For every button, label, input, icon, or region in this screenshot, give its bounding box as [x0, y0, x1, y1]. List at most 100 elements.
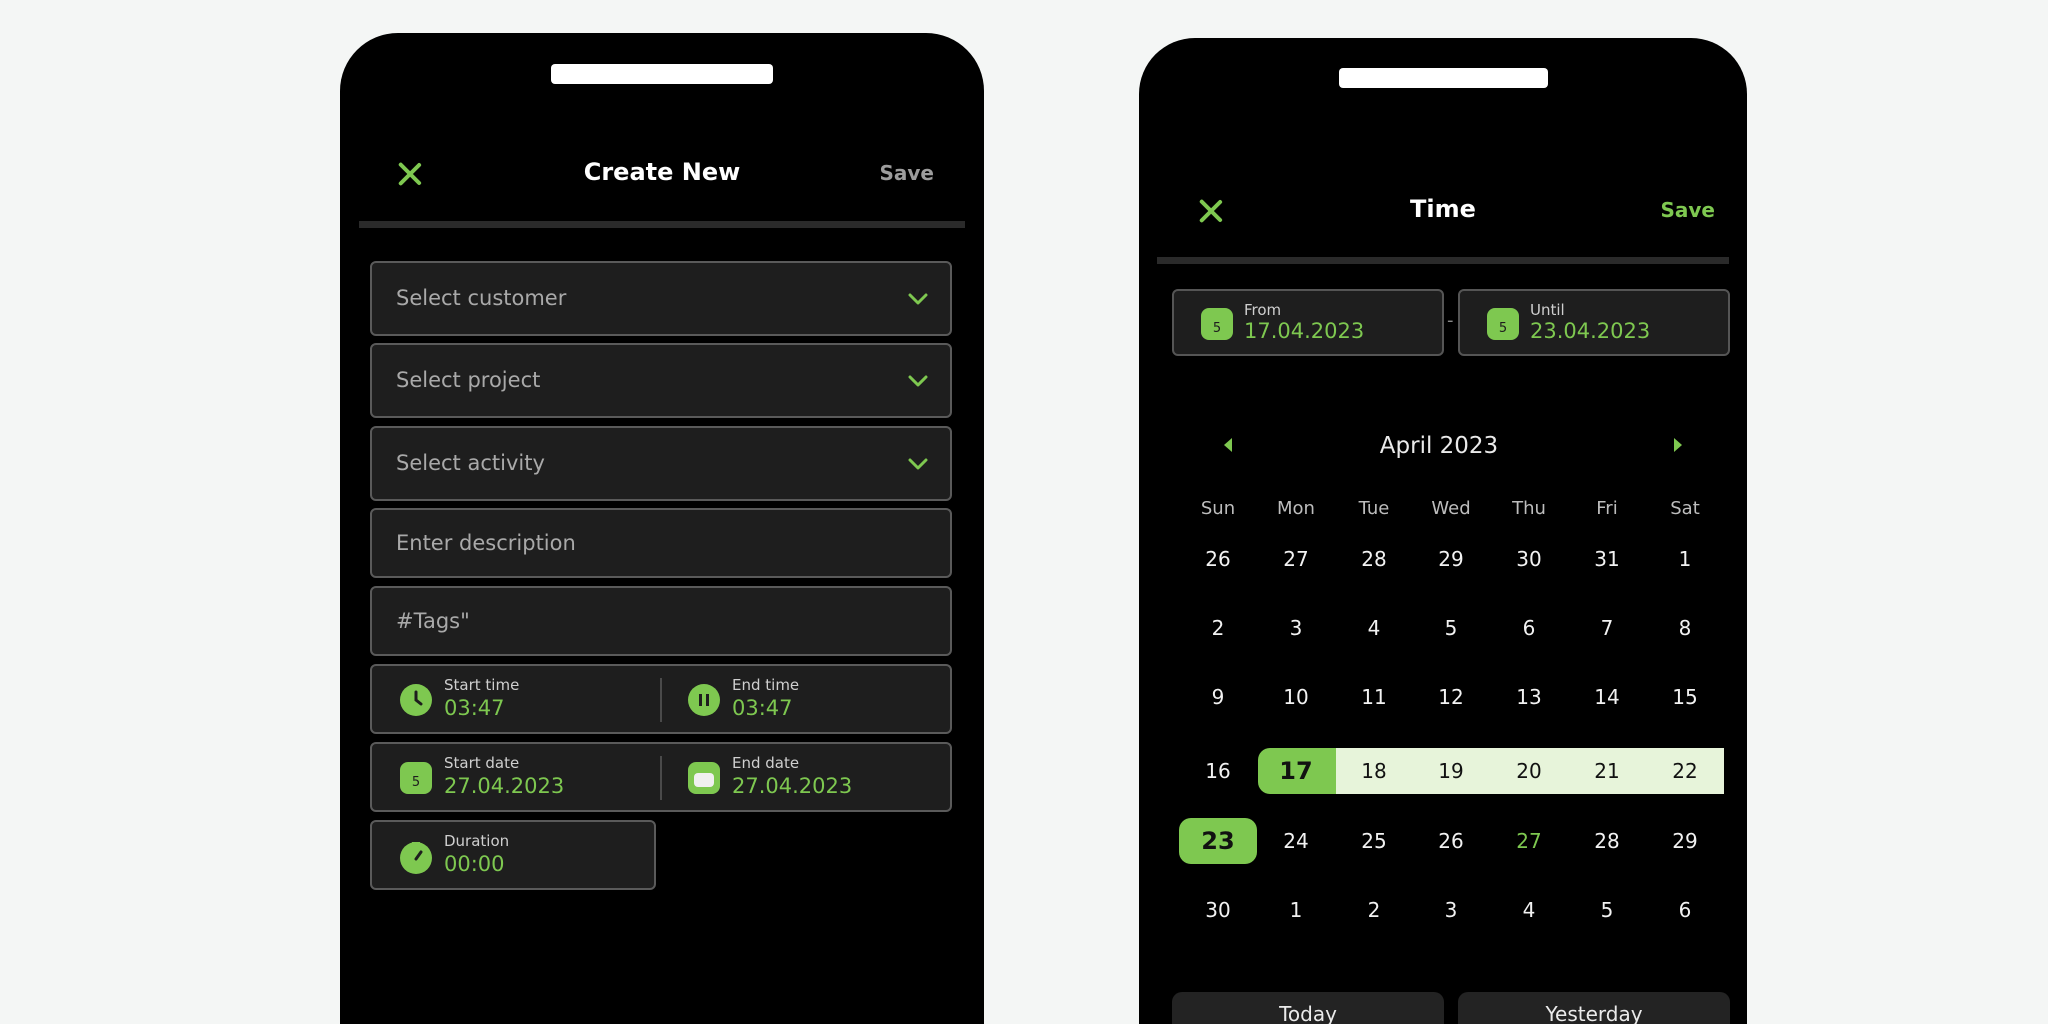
until-label: Until: [1530, 301, 1565, 319]
end-date-value[interactable]: 27.04.2023: [732, 774, 852, 798]
description-placeholder: Enter description: [396, 531, 576, 555]
customer-select[interactable]: Select customer: [370, 261, 952, 336]
tags-input[interactable]: #Tags": [370, 586, 952, 656]
calendar-day[interactable]: 28: [1335, 536, 1413, 582]
from-value: 17.04.2023: [1244, 319, 1365, 343]
calendar-day[interactable]: 3: [1412, 887, 1490, 933]
header-divider: [359, 221, 965, 228]
calendar-day[interactable]: 8: [1646, 605, 1724, 651]
yesterday-button[interactable]: Yesterday: [1458, 992, 1730, 1024]
calendar-day[interactable]: 6: [1490, 605, 1568, 651]
calendar-day[interactable]: 30: [1490, 536, 1568, 582]
calendar-day[interactable]: 5: [1568, 887, 1646, 933]
weekday-label: Thu: [1512, 498, 1546, 519]
duration-value: 00:00: [444, 852, 505, 876]
page-title: Time: [1410, 195, 1476, 223]
calendar-day[interactable]: 18: [1335, 748, 1413, 794]
calendar-day[interactable]: 23: [1179, 818, 1257, 864]
duration-field[interactable]: Duration 00:00: [370, 820, 656, 890]
calendar-badge: 5: [412, 775, 420, 790]
from-date-field[interactable]: 5 From 17.04.2023: [1172, 289, 1444, 356]
arrow-right-icon[interactable]: [1674, 438, 1682, 452]
calendar-day[interactable]: 2: [1179, 605, 1257, 651]
calendar-day[interactable]: 29: [1646, 818, 1724, 864]
save-button[interactable]: Save: [879, 161, 934, 185]
calendar-day[interactable]: 30: [1179, 887, 1257, 933]
start-date-value[interactable]: 27.04.2023: [444, 774, 564, 798]
month-label: April 2023: [1379, 433, 1499, 459]
stopwatch-icon: [400, 840, 432, 874]
activity-select[interactable]: Select activity: [370, 426, 952, 501]
calendar-day[interactable]: 19: [1412, 748, 1490, 794]
calendar-icon: 5: [1487, 308, 1519, 340]
calendar-day[interactable]: 29: [1412, 536, 1490, 582]
today-button[interactable]: Today: [1172, 992, 1444, 1024]
end-time-label: End time: [732, 676, 800, 694]
calendar-day[interactable]: 1: [1257, 887, 1335, 933]
end-date-label: End date: [732, 754, 800, 772]
range-separator: -: [1447, 310, 1454, 331]
chevron-down-icon: [908, 458, 928, 470]
date-row: 5 Start date 27.04.2023 End date 27.04.2…: [370, 742, 952, 812]
calendar-day[interactable]: 14: [1568, 674, 1646, 720]
calendar-day[interactable]: 20: [1490, 748, 1568, 794]
pause-icon: [688, 684, 720, 716]
calendar-icon: 5: [1201, 308, 1233, 340]
start-date-label: Start date: [444, 754, 520, 772]
calendar-day[interactable]: 16: [1179, 748, 1257, 794]
calendar-day[interactable]: 9: [1179, 674, 1257, 720]
calendar-day[interactable]: 5: [1412, 605, 1490, 651]
phone-notch: [551, 64, 773, 84]
calendar-day[interactable]: 26: [1412, 818, 1490, 864]
time-separator: [660, 678, 662, 722]
calendar-day[interactable]: 2: [1335, 887, 1413, 933]
duration-label: Duration: [444, 832, 510, 850]
header-divider: [1157, 257, 1729, 264]
project-placeholder: Select project: [396, 368, 541, 392]
calendar-day[interactable]: 7: [1568, 605, 1646, 651]
calendar-day[interactable]: 31: [1568, 536, 1646, 582]
weekday-label: Wed: [1431, 498, 1471, 519]
time-screen: Time Save 5 From 17.04.2023 - 5 Until 23…: [1139, 38, 1747, 1024]
calendar-day[interactable]: 26: [1179, 536, 1257, 582]
weekday-label: Tue: [1358, 498, 1390, 519]
date-separator: [660, 756, 662, 800]
end-time-value[interactable]: 03:47: [732, 696, 793, 720]
calendar-day[interactable]: 13: [1490, 674, 1568, 720]
calendar-badge: 5: [1499, 321, 1507, 336]
calendar-day[interactable]: 24: [1257, 818, 1335, 864]
calendar-day[interactable]: 11: [1335, 674, 1413, 720]
calendar-day[interactable]: 28: [1568, 818, 1646, 864]
calendar-day[interactable]: 6: [1646, 887, 1724, 933]
clock-icon: [400, 684, 432, 716]
description-input[interactable]: Enter description: [370, 508, 952, 578]
save-button[interactable]: Save: [1660, 198, 1715, 222]
create-new-screen: Create New Save Select customer Select p…: [340, 33, 984, 1024]
calendar-day[interactable]: 4: [1335, 605, 1413, 651]
chevron-down-icon: [908, 293, 928, 305]
calendar-badge: 5: [1213, 321, 1221, 336]
project-select[interactable]: Select project: [370, 343, 952, 418]
calendar-day[interactable]: 22: [1646, 748, 1724, 794]
calendar-day[interactable]: 3: [1257, 605, 1335, 651]
calendar-day[interactable]: 12: [1412, 674, 1490, 720]
until-value: 23.04.2023: [1530, 319, 1651, 343]
customer-placeholder: Select customer: [396, 286, 567, 310]
start-time-label: Start time: [444, 676, 520, 694]
calendar-icon: 5: [400, 762, 432, 794]
until-date-field[interactable]: 5 Until 23.04.2023: [1458, 289, 1730, 356]
calendar-day[interactable]: 27: [1257, 536, 1335, 582]
calendar-day[interactable]: 4: [1490, 887, 1568, 933]
calendar-day[interactable]: 27: [1490, 818, 1568, 864]
weekday-label: Sun: [1200, 498, 1236, 519]
weekday-label: Mon: [1277, 498, 1315, 519]
start-time-value[interactable]: 03:47: [444, 696, 505, 720]
calendar-day[interactable]: 1: [1646, 536, 1724, 582]
tags-placeholder: #Tags": [396, 609, 470, 633]
time-row: Start time 03:47 End time 03:47: [370, 664, 952, 734]
calendar-day[interactable]: 21: [1568, 748, 1646, 794]
calendar-day[interactable]: 15: [1646, 674, 1724, 720]
calendar-day[interactable]: 10: [1257, 674, 1335, 720]
calendar-day[interactable]: 25: [1335, 818, 1413, 864]
calendar-day[interactable]: 17: [1257, 748, 1335, 794]
